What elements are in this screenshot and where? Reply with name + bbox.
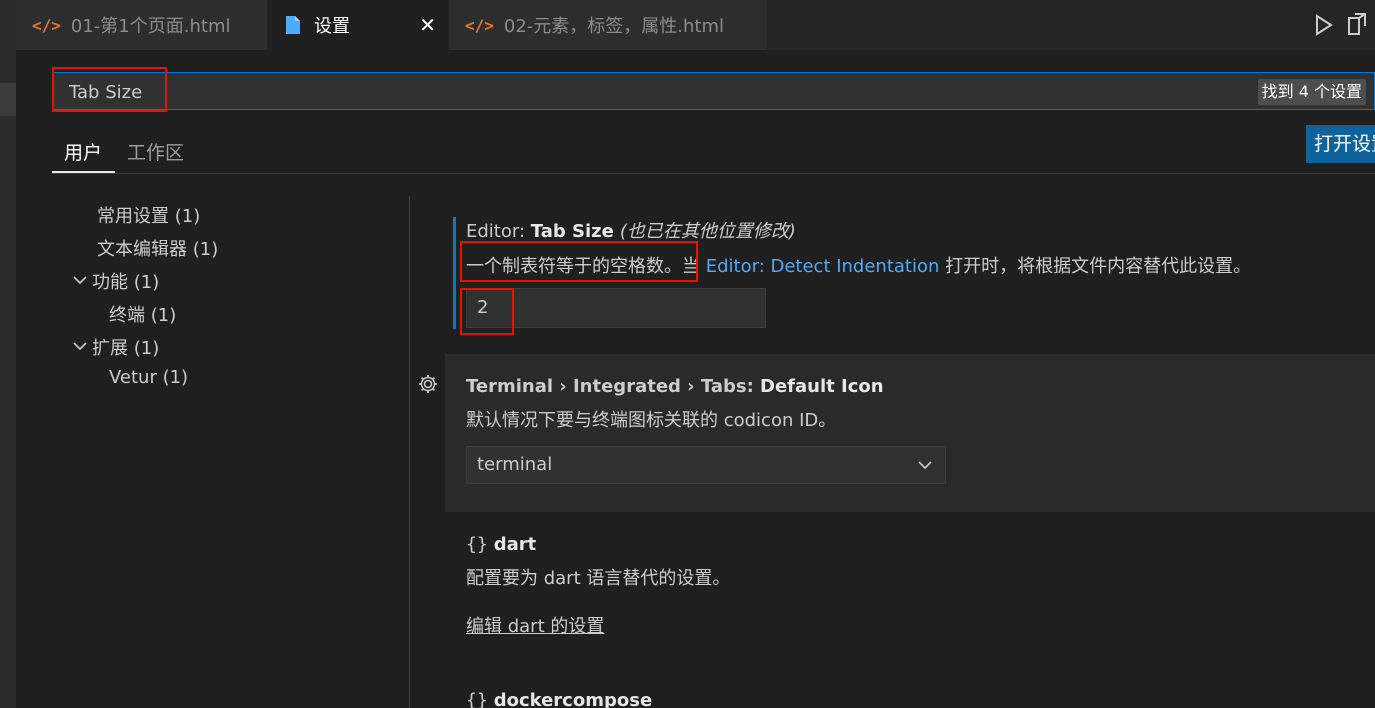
tab-label: 02-元素，标签，属性.html — [503, 16, 725, 37]
setting-description: 配置要为 dart 语言替代的设置。 — [466, 568, 731, 589]
settings-scope-tabs: 用户 工作区 打开设置 — [52, 125, 1375, 174]
braces-icon: {} — [466, 690, 488, 708]
select-value: terminal — [477, 454, 553, 475]
tab-label: 01-第1个页面.html — [70, 16, 231, 37]
editor-tab-bar: </> 01-第1个页面.html 设置 ✕ </> 02-元素，标签，属性.h… — [16, 0, 1375, 50]
modified-elsewhere-note[interactable]: (也已在其他位置修改) — [620, 221, 796, 242]
close-icon[interactable]: ✕ — [419, 13, 436, 37]
braces-icon: {} — [466, 534, 488, 555]
setting-title: Editor: Tab Size (也已在其他位置修改) — [466, 217, 1251, 243]
toc-item-label: 功能 (1) — [92, 272, 160, 293]
setting-name: dart — [493, 534, 537, 555]
settings-search-box: 找到 4 个设置 — [52, 72, 1375, 110]
active-tab-indicator — [52, 171, 115, 173]
desc-text: 一个制表符等于的空格数。当 — [466, 256, 706, 277]
tab-html-file-1[interactable]: </> 01-第1个页面.html — [16, 0, 267, 50]
open-settings-json-icon[interactable] — [1341, 8, 1375, 42]
setting-editor-tab-size: Editor: Tab Size (也已在其他位置修改) 一个制表符等于的空格数。… — [466, 217, 1251, 278]
toc-divider — [409, 196, 410, 708]
default-icon-select[interactable]: terminal — [466, 446, 946, 484]
edit-dart-settings-link[interactable]: 编辑 dart 的设置 — [466, 612, 604, 638]
setting-name: Tab Size — [530, 221, 614, 242]
html-file-icon: </> — [32, 15, 61, 35]
open-settings-json-button[interactable]: 打开设置 — [1306, 125, 1375, 163]
setting-title: {} dockercompose — [466, 690, 652, 708]
setting-category: Editor: — [466, 221, 531, 242]
settings-search-input[interactable] — [69, 80, 969, 104]
activity-bar-active-marker — [0, 83, 16, 116]
html-file-icon: </> — [465, 15, 494, 35]
setting-name: Default Icon — [760, 376, 884, 397]
setting-terminal-default-icon: Terminal › Integrated › Tabs: Default Ic… — [466, 376, 884, 432]
search-result-count: 找到 4 个设置 — [1257, 79, 1366, 105]
toc-item-text-editor[interactable]: 文本编辑器 (1) — [97, 235, 218, 261]
toc-item-vetur[interactable]: Vetur (1) — [109, 367, 188, 388]
setting-description: 默认情况下要与终端图标关联的 codicon ID。 — [466, 410, 837, 431]
setting-name: dockercompose — [493, 690, 653, 708]
toc-item-features[interactable]: 功能 (1) — [72, 268, 159, 294]
toc-item-extensions[interactable]: 扩展 (1) — [72, 334, 159, 360]
tab-settings[interactable]: 设置 ✕ — [268, 0, 448, 50]
toc-item-label: 扩展 (1) — [92, 338, 160, 359]
setting-focus-indicator — [453, 217, 456, 329]
chevron-down-icon — [72, 338, 92, 359]
setting-description: 一个制表符等于的空格数。当 Editor: Detect Indentation… — [466, 252, 1251, 278]
setting-dockercompose: {} dockercompose — [466, 690, 652, 708]
tab-size-input[interactable]: 2 — [466, 288, 766, 328]
setting-title: Terminal › Integrated › Tabs: Default Ic… — [466, 376, 884, 397]
desc-text: 打开时，将根据文件内容替代此设置。 — [939, 256, 1252, 277]
tab-user[interactable]: 用户 — [64, 138, 102, 165]
setting-dart: {} dart 配置要为 dart 语言替代的设置。 — [466, 534, 730, 590]
chevron-down-icon — [72, 272, 92, 293]
tab-workspace[interactable]: 工作区 — [127, 138, 184, 165]
editor-actions — [1307, 0, 1375, 50]
toc-item-terminal[interactable]: 终端 (1) — [109, 301, 176, 327]
tab-html-file-2[interactable]: </> 02-元素，标签，属性.html — [449, 0, 767, 50]
setting-category: Terminal › Integrated › Tabs: — [466, 376, 761, 397]
gear-icon[interactable] — [417, 373, 439, 395]
setting-title: {} dart — [466, 534, 730, 555]
tab-label: 设置 — [314, 16, 350, 37]
settings-file-icon — [286, 16, 300, 34]
toc-item-common[interactable]: 常用设置 (1) — [97, 202, 200, 228]
activity-bar — [0, 0, 16, 708]
run-icon[interactable] — [1307, 8, 1341, 42]
detect-indentation-link[interactable]: Editor: Detect Indentation — [706, 256, 940, 277]
chevron-down-icon — [917, 447, 933, 496]
